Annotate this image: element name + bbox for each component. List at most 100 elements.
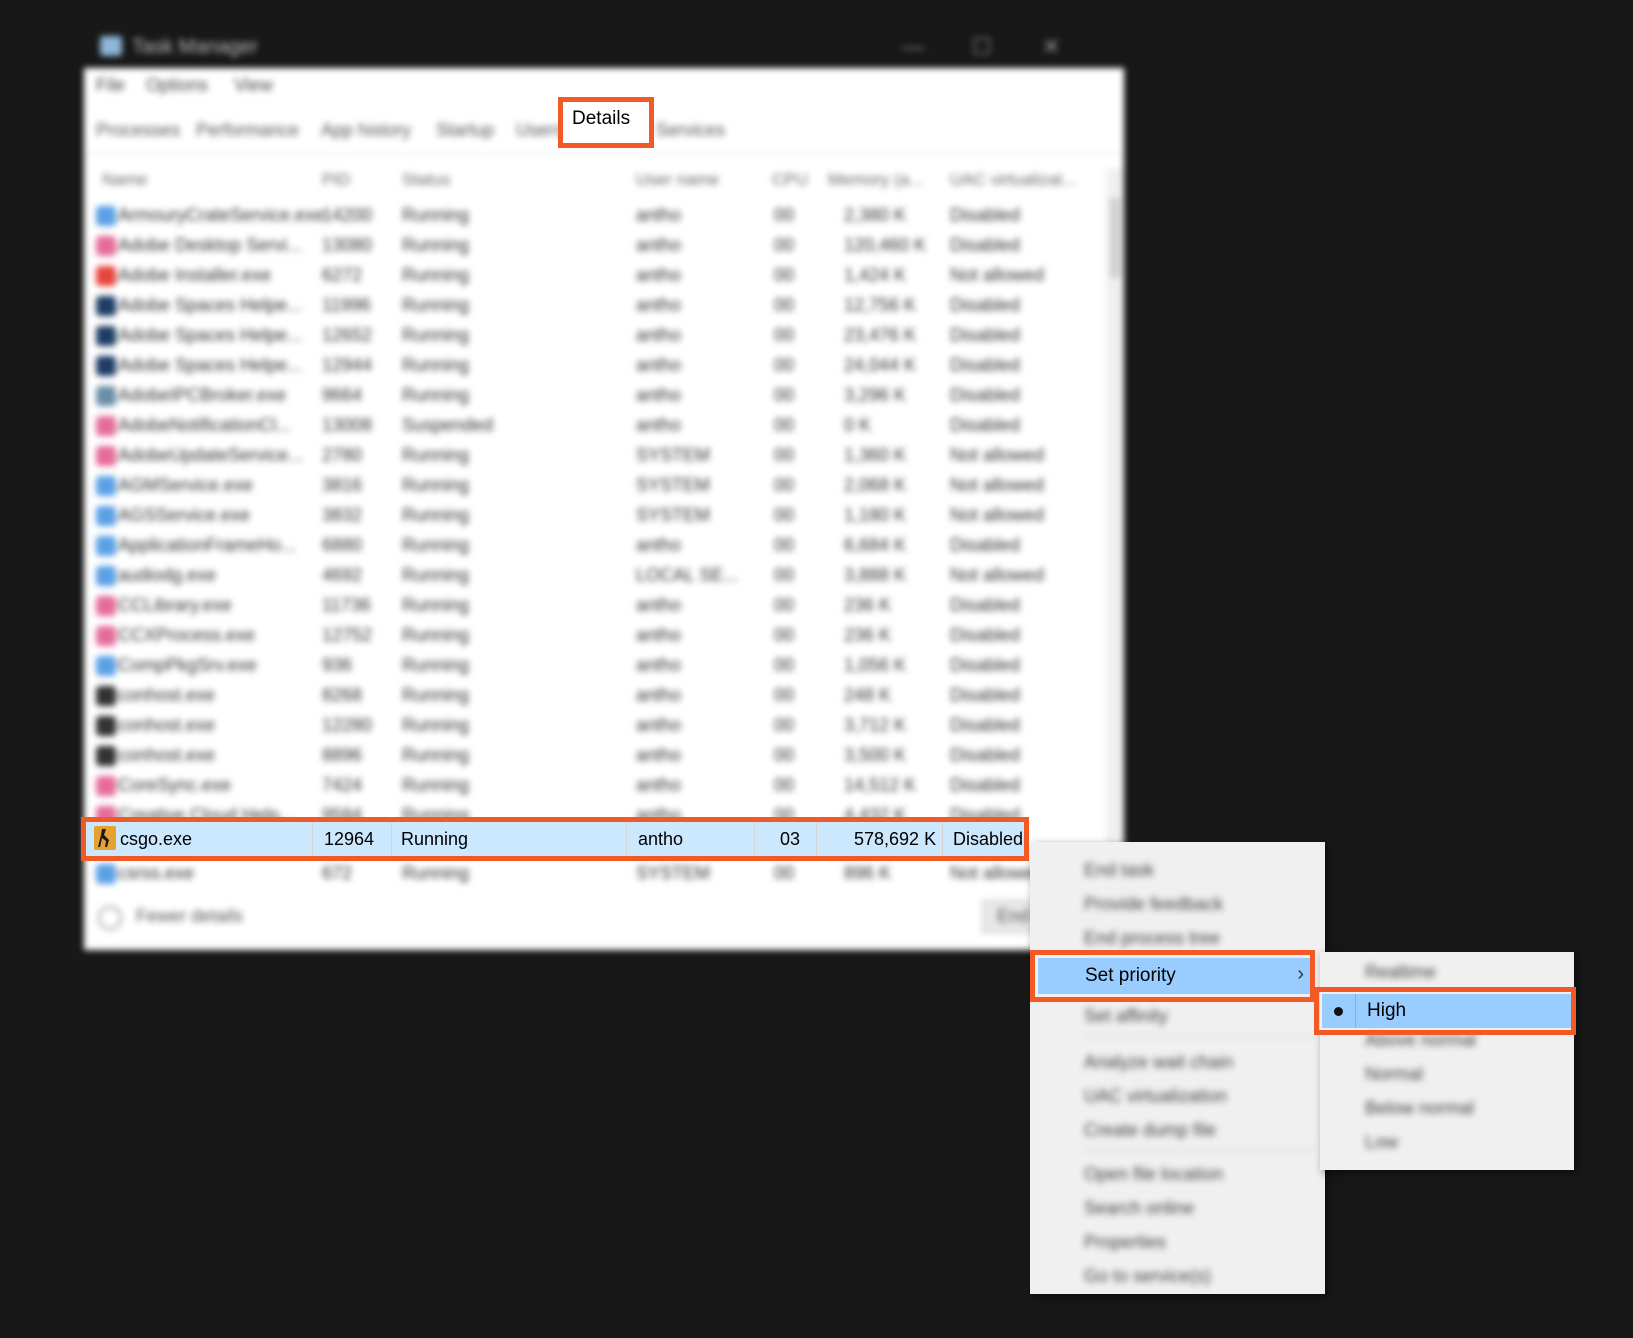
cell-uac: Disabled xyxy=(950,685,1021,705)
cell-name: AGSService.exe xyxy=(118,505,251,525)
menu-end-task[interactable]: End task xyxy=(1084,860,1154,881)
cell-cpu: 00 xyxy=(774,475,795,495)
menu-uac-virtualization[interactable]: UAC virtualization xyxy=(1084,1086,1227,1107)
cell-cpu: 00 xyxy=(774,685,795,705)
cell-mem: 2,068 K xyxy=(844,475,907,495)
minimize-button[interactable]: — xyxy=(902,34,924,60)
cell-user: antho xyxy=(636,205,682,225)
menu-analyze-wait-chain[interactable]: Analyze wait chain xyxy=(1084,1052,1233,1073)
cell-uac: Disabled xyxy=(950,355,1021,375)
menu-options[interactable]: Options xyxy=(146,75,208,96)
table-row[interactable]: Adobe Spaces Helpe... 12652 Running antho 00… xyxy=(84,320,1074,350)
table-row[interactable]: AdobeNotificationCl... 13008 Suspended anth… xyxy=(84,410,1074,440)
process-icon xyxy=(96,746,116,766)
menu-create-dump-file[interactable]: Create dump file xyxy=(1084,1120,1216,1141)
process-icon xyxy=(96,296,116,316)
table-row[interactable]: CCXProcess.exe 12752 Running antho 00 236 K Di… xyxy=(84,620,1074,650)
column-header-uac[interactable]: UAC virtualizat... xyxy=(950,170,1077,190)
cell-cpu: 00 xyxy=(774,445,795,465)
menu-end-process-tree[interactable]: End process tree xyxy=(1084,928,1220,949)
table-row[interactable]: csrss.exe 672 Running SYSTEM 00 896 K Not allo… xyxy=(84,858,1074,888)
process-icon xyxy=(96,776,116,796)
cell-mem: 2,380 K xyxy=(844,205,907,225)
table-row[interactable]: CoreSync.exe 7424 Running antho 00 14,512 K Di… xyxy=(84,770,1074,800)
cell-uac: Disabled xyxy=(950,325,1021,345)
scrollbar-thumb[interactable] xyxy=(1110,198,1120,278)
cell-pid: 3816 xyxy=(322,475,363,495)
cell-name: AGMService.exe xyxy=(118,475,254,495)
maximize-button[interactable]: ☐ xyxy=(972,34,992,60)
cell-pid: 13008 xyxy=(322,415,373,435)
cell-mem: 120,460 K xyxy=(844,235,927,255)
cell-name: CoreSync.exe xyxy=(118,775,232,795)
table-row[interactable]: AdobeUpdateService... 2780 Running SYSTEM 00… xyxy=(84,440,1074,470)
cell-name: AdobeNotificationCl... xyxy=(118,415,292,435)
cell-uac: Disabled xyxy=(950,205,1021,225)
close-button[interactable]: ✕ xyxy=(1042,34,1060,60)
cell-uac: Not allowed xyxy=(950,475,1045,495)
table-row[interactable]: conhost.exe 8268 Running antho 00 248 K Disabl… xyxy=(84,680,1074,710)
cell-status: Running xyxy=(402,715,470,735)
high-priority-highlight xyxy=(1314,987,1576,1035)
priority-below-normal[interactable]: Below normal xyxy=(1365,1098,1474,1119)
cell-user: LOCAL SE... xyxy=(636,565,739,585)
cell-status: Running xyxy=(402,595,470,615)
table-row[interactable]: audiodg.exe 4692 Running LOCAL SE... 00 3,888… xyxy=(84,560,1074,590)
table-row[interactable]: Adobe Installer.exe 6272 Running antho 00 1,4… xyxy=(84,260,1074,290)
priority-realtime[interactable]: Realtime xyxy=(1365,962,1436,983)
table-row[interactable]: AGSService.exe 3832 Running SYSTEM 00 1,180 K… xyxy=(84,500,1074,530)
menu-search-online[interactable]: Search online xyxy=(1084,1198,1194,1219)
column-header-cpu[interactable]: CPU xyxy=(772,170,808,190)
table-row[interactable]: conhost.exe 12280 Running antho 00 3,712 K Dis… xyxy=(84,710,1074,740)
cell-pid: 936 xyxy=(322,655,353,675)
column-headers: Name PID Status User name CPU Memory (a.… xyxy=(84,160,1124,200)
table-row[interactable]: ApplicationFrameHo... 6880 Running antho 00 6… xyxy=(84,530,1074,560)
column-header-name[interactable]: Name xyxy=(102,170,147,190)
process-icon xyxy=(96,206,116,226)
menu-properties[interactable]: Properties xyxy=(1084,1232,1166,1253)
priority-normal[interactable]: Normal xyxy=(1365,1064,1423,1085)
tab-startup[interactable]: Startup xyxy=(436,120,494,141)
table-row[interactable]: Adobe Desktop Servi... 13080 Running antho 0… xyxy=(84,230,1074,260)
table-row[interactable]: ArmouryCrateService.exe 14200 Running antho… xyxy=(84,200,1074,230)
tab-app-history[interactable]: App history xyxy=(321,120,411,141)
tab-performance[interactable]: Performance xyxy=(196,120,299,141)
cell-uac: Disabled xyxy=(950,235,1021,255)
process-icon xyxy=(96,656,116,676)
fewer-details-link[interactable]: Fewer details xyxy=(136,906,243,927)
table-row[interactable]: conhost.exe 8896 Running antho 00 3,500 K Disa… xyxy=(84,740,1074,770)
cell-uac: Disabled xyxy=(950,715,1021,735)
chevron-up-icon[interactable] xyxy=(98,906,122,930)
cell-user: antho xyxy=(636,415,682,435)
process-icon xyxy=(96,716,116,736)
menu-provide-feedback[interactable]: Provide feedback xyxy=(1084,894,1223,915)
table-row[interactable]: Adobe Spaces Helpe... 11996 Running antho 00… xyxy=(84,290,1074,320)
column-header-username[interactable]: User name xyxy=(636,170,719,190)
menu-view[interactable]: View xyxy=(234,75,273,96)
tab-users[interactable]: Users xyxy=(516,120,563,141)
column-header-status[interactable]: Status xyxy=(402,170,450,190)
column-header-pid[interactable]: PID xyxy=(322,170,350,190)
priority-low[interactable]: Low xyxy=(1365,1132,1398,1153)
cell-mem: 3,888 K xyxy=(844,565,907,585)
cell-status: Suspended xyxy=(402,415,494,435)
cell-name: Adobe Desktop Servi... xyxy=(118,235,303,255)
tab-processes[interactable]: Processes xyxy=(96,120,180,141)
process-icon xyxy=(96,326,116,346)
cell-pid: 8268 xyxy=(322,685,363,705)
cell-status: Running xyxy=(402,625,470,645)
column-header-memory[interactable]: Memory (a... xyxy=(828,170,923,190)
tab-services[interactable]: Services xyxy=(656,120,725,141)
menu-open-file-location[interactable]: Open file location xyxy=(1084,1164,1223,1185)
table-row[interactable]: CCLibrary.exe 11736 Running antho 00 236 K Dis… xyxy=(84,590,1074,620)
table-row[interactable]: Adobe Spaces Helpe... 12944 Running antho 00… xyxy=(84,350,1074,380)
menu-set-affinity[interactable]: Set affinity xyxy=(1084,1006,1168,1027)
table-row[interactable]: AGMService.exe 3816 Running SYSTEM 00 2,068 K… xyxy=(84,470,1074,500)
cell-status: Running xyxy=(402,475,470,495)
cell-cpu: 00 xyxy=(774,863,795,883)
menu-go-to-services[interactable]: Go to service(s) xyxy=(1084,1266,1211,1287)
table-row[interactable]: CompPkgSrv.exe 936 Running antho 00 1,056 K Di… xyxy=(84,650,1074,680)
table-row[interactable]: AdobeIPCBroker.exe 9664 Running antho 00 3,29… xyxy=(84,380,1074,410)
cell-mem: 236 K xyxy=(844,595,892,615)
menu-file[interactable]: File xyxy=(96,75,125,96)
